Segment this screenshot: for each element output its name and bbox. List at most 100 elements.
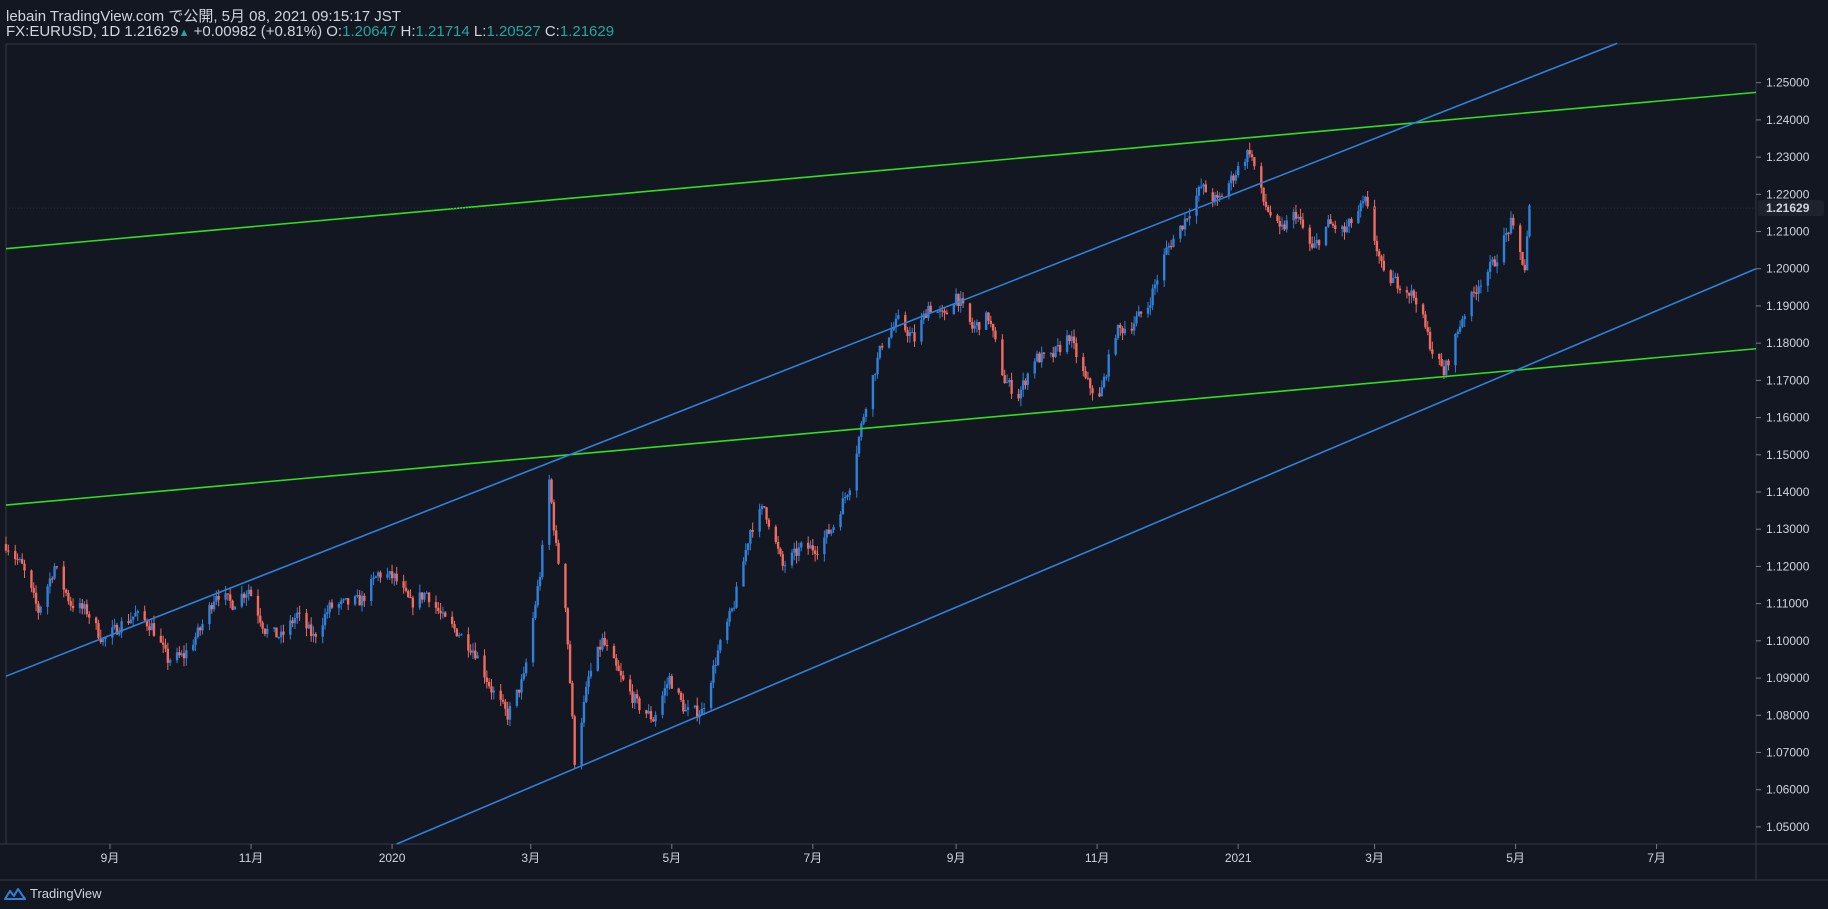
candle-body [929, 305, 932, 313]
candle-body [212, 601, 216, 610]
candle-body [224, 593, 227, 600]
candle-body [1391, 277, 1395, 284]
candle-body [1021, 380, 1025, 390]
candle-body [247, 589, 250, 595]
candle-body [1398, 288, 1402, 291]
high-label: H: [400, 23, 416, 40]
candle-body [346, 598, 350, 605]
candle-body [1089, 378, 1092, 389]
candle-body [825, 529, 828, 538]
candle-body [1072, 336, 1076, 344]
candle-body [1477, 286, 1480, 294]
candle-body [938, 310, 942, 312]
candle-body [372, 577, 375, 580]
x-tick-label: 11月 [1085, 851, 1109, 865]
candle-body [790, 552, 794, 566]
candle-body [131, 616, 135, 620]
candle-body [439, 610, 442, 614]
candle-body [393, 573, 396, 579]
candle-body [1084, 371, 1087, 378]
candle-body [450, 616, 454, 625]
candle-body [957, 293, 960, 307]
tradingview-branding[interactable]: TradingView [4, 886, 102, 901]
candle-body [874, 374, 877, 376]
candle-body [1132, 323, 1136, 331]
candle-body [328, 602, 331, 613]
candle-body [566, 608, 569, 645]
candle-body [409, 597, 412, 599]
candle-body [358, 595, 361, 606]
candle-body [911, 332, 914, 334]
candle-body [1357, 211, 1360, 224]
symbol-legend[interactable]: FX:EURUSD, 1D 1.21629▲ +0.00982 (+0.81%)… [6, 23, 614, 40]
x-tick-label: 5月 [1506, 851, 1525, 865]
price-chart[interactable]: 1.25000 1.24000 1.23000 1.22000 1.21000 1.200… [0, 0, 1828, 909]
candle-body [1236, 165, 1240, 176]
candle-body [337, 604, 341, 608]
candle-body [1267, 206, 1270, 212]
candle-body [1396, 276, 1399, 289]
candle-body [1472, 291, 1476, 293]
candle-body [402, 581, 405, 588]
candle-body [749, 530, 752, 544]
candle-body [1456, 331, 1459, 334]
close-label: C: [544, 23, 560, 40]
y-tick-label: 1.12000 [1766, 559, 1810, 573]
candle-body [1230, 175, 1233, 184]
candle-body [4, 544, 8, 551]
candle-body [1380, 256, 1383, 261]
candle-body [760, 506, 764, 510]
candle-body [499, 690, 502, 700]
candle-body [1426, 327, 1429, 332]
plot-area[interactable] [5, 43, 1757, 845]
candle-body [1292, 211, 1295, 221]
time-axis[interactable]: 9月 11月 2020 3月 5月 7月 9月 11月 2021 3月 5月 7月 [101, 844, 1666, 865]
candle-body [374, 576, 378, 578]
candle-body [353, 596, 357, 605]
price-axis[interactable]: 1.25000 1.24000 1.23000 1.22000 1.21000 1.200… [1756, 76, 1810, 834]
candle-body [645, 710, 648, 714]
candle-body [823, 537, 826, 555]
candle-body [991, 323, 995, 331]
candle-body [1486, 271, 1490, 286]
candle-body [908, 332, 912, 337]
candle-body [501, 699, 505, 702]
candle-body [1040, 352, 1043, 363]
candle-body [515, 689, 519, 706]
candle-body [471, 650, 475, 653]
candle-body [943, 310, 946, 313]
candle-body [1438, 353, 1441, 360]
candle-body [1276, 215, 1279, 222]
candle-body [541, 544, 544, 578]
y-tick-label: 1.19000 [1766, 299, 1810, 313]
candle-body [647, 711, 650, 714]
candle-body [279, 631, 283, 638]
candle-body [1130, 328, 1134, 331]
candle-body [215, 595, 218, 602]
candle-body [712, 665, 715, 683]
candle-body [1479, 285, 1483, 287]
y-tick-label: 1.18000 [1766, 336, 1810, 350]
candle-body [1361, 201, 1365, 204]
y-tick-label: 1.20000 [1766, 262, 1810, 276]
candle-body [185, 650, 188, 659]
candle-body [661, 695, 664, 715]
candle-body [444, 612, 447, 617]
candle-body [485, 677, 489, 682]
candle-body [1146, 307, 1150, 314]
candle-body [1204, 184, 1208, 193]
candle-body [857, 437, 861, 454]
candle-body [1162, 254, 1166, 281]
high-value: 1.21714 [415, 23, 470, 40]
candle-body [309, 624, 313, 636]
candle-body [989, 320, 993, 324]
candle-body [437, 607, 440, 611]
candle-body [1507, 232, 1510, 234]
candle-body [568, 644, 572, 684]
candle-body [880, 345, 884, 348]
candle-body [832, 527, 835, 530]
candle-body [46, 586, 49, 607]
candle-body [709, 682, 713, 709]
candle-body [663, 688, 667, 696]
candle-body [1377, 251, 1381, 257]
